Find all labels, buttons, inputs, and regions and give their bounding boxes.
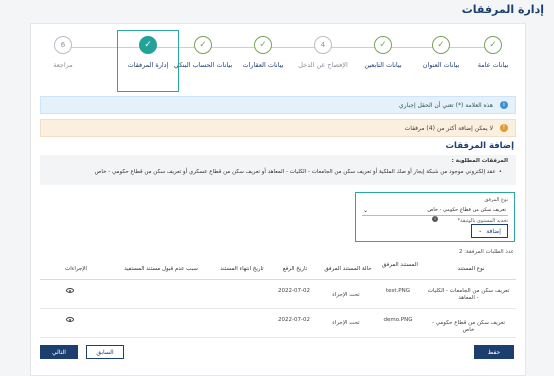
col-upload-date: تاريخ الرفع <box>282 266 308 272</box>
attachment-type-label: نوع المرفق <box>484 197 508 203</box>
col-expiry: تاريخ انتهاء المستند <box>220 266 264 272</box>
check-icon: ✓ <box>432 36 450 54</box>
row-upload-date: 2022-07-02 <box>278 317 310 323</box>
progress-stepper: ✓ بيانات عامة ✓ بيانات العنوان ✓ بيانات … <box>30 30 526 92</box>
step-address[interactable]: ✓ بيانات العنوان <box>410 36 472 70</box>
check-icon: ✓ <box>194 36 212 54</box>
table-header: نوع المستند المستند المرفق حالة المستند … <box>40 258 516 280</box>
required-item: عقد إلكتروني موجود من شبكة إيجار أو صك ا… <box>95 169 502 175</box>
step-review[interactable]: 6 مراجعة <box>32 36 94 70</box>
next-button[interactable]: التالي <box>40 345 78 359</box>
add-button-label: إضافة <box>486 227 501 235</box>
page-title: إدارة المرفقات <box>461 3 544 16</box>
warning-icon: ! <box>500 124 508 132</box>
step-label: بيانات العقارات <box>242 61 284 69</box>
check-icon: ✓ <box>374 36 392 54</box>
table-row: تعريف سكن من الجامعات - الكليات - المعاه… <box>40 280 516 309</box>
check-icon: ✓ <box>139 36 157 54</box>
upload-panel: نوع المرفق تعريف سكن من قطاع حكومي - خاص… <box>355 192 515 242</box>
col-doc: المستند المرفق <box>382 262 418 268</box>
attachment-type-select[interactable]: تعريف سكن من قطاع حكومي - خاص ⌄ <box>362 207 508 216</box>
step-label: بيانات الحساب البنكي <box>173 61 233 69</box>
col-type: نوع المستند <box>457 266 485 272</box>
step-label: بيانات العنوان <box>422 61 460 69</box>
row-upload-date: 2022-07-02 <box>278 288 310 294</box>
step-properties[interactable]: ✓ بيانات العقارات <box>232 36 294 70</box>
step-attachments[interactable]: ✓ إدارة المرفقات <box>117 30 179 92</box>
col-reject-reason: سبب عدم قبول مستند المستفيد <box>124 266 198 272</box>
step-label: الإفصاح عن الدخل <box>298 61 348 69</box>
row-doc[interactable]: test.PNG <box>378 288 418 295</box>
table-row: تعريف سكن من قطاع حكومي - خاص demo.PNG ت… <box>40 309 516 338</box>
step-label: إدارة المرفقات <box>127 61 169 69</box>
add-attachment-button[interactable]: إضافة ⌄ <box>471 224 508 238</box>
row-type: تعريف سكن من الجامعات - الكليات - المعاه… <box>427 288 510 301</box>
save-button[interactable]: حفظ <box>474 345 514 359</box>
required-attachments-box: المرفقات المطلوبة : عقد إلكتروني موجود م… <box>40 155 516 185</box>
section-title: إضافة المرفقات <box>445 141 514 151</box>
required-title: المرفقات المطلوبة : <box>451 158 508 164</box>
chevron-down-icon: ⌄ <box>363 207 369 214</box>
attachments-count: عدد الطلبات المرفقة: 2 <box>458 249 514 255</box>
row-status: تحت الإجراء <box>332 320 360 326</box>
step-number: 6 <box>54 36 72 54</box>
warning-alert-text: لا يمكن إضافة أكثر من (4) مرفقات <box>404 124 493 132</box>
check-icon: ✓ <box>254 36 272 54</box>
step-label: مراجعة <box>53 61 73 69</box>
check-icon: ✓ <box>484 36 502 54</box>
chevron-down-icon: ⌄ <box>478 228 483 234</box>
step-dependents[interactable]: ✓ بيانات التابعين <box>352 36 414 70</box>
row-status: تحت الإجراء <box>332 292 360 298</box>
row-type: تعريف سكن من قطاع حكومي - خاص <box>431 320 506 333</box>
attachments-page: إدارة المرفقات ✓ بيانات عامة ✓ بيانات ال… <box>0 0 554 376</box>
step-number: 4 <box>314 36 332 54</box>
info-icon: i <box>500 101 508 109</box>
info-icon[interactable]: i <box>432 216 438 222</box>
col-actions: الإجراءات <box>65 266 87 272</box>
info-alert-text: هذه العلامة (*) تعني أن الحقل إجباري <box>399 101 493 109</box>
step-income-disclosure[interactable]: 4 الإفصاح عن الدخل <box>292 36 354 70</box>
previous-button[interactable]: السابق <box>86 345 124 359</box>
attachment-type-value: تعريف سكن من قطاع حكومي - خاص <box>427 207 506 213</box>
view-eye-icon[interactable] <box>66 288 74 293</box>
info-alert: i هذه العلامة (*) تعني أن الحقل إجباري <box>40 96 516 114</box>
step-label: بيانات التابعين <box>364 61 402 69</box>
view-eye-icon[interactable] <box>66 317 74 322</box>
row-doc[interactable]: demo.PNG <box>378 317 418 324</box>
col-status: حالة المستند المرفق <box>324 266 372 272</box>
step-bank-account[interactable]: ✓ بيانات الحساب البنكي <box>172 36 234 70</box>
warning-alert: ! لا يمكن إضافة أكثر من (4) مرفقات <box>40 119 516 137</box>
